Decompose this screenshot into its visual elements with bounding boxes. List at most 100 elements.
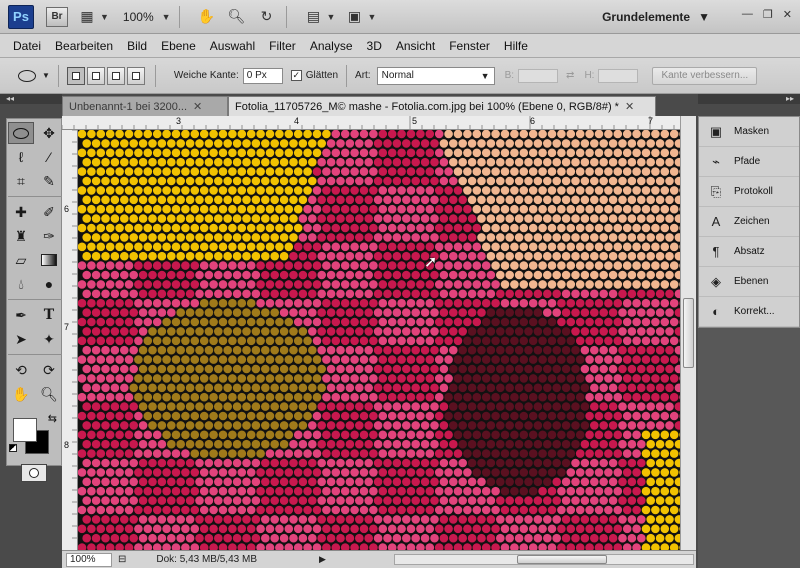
- halftone-dot: [505, 345, 514, 355]
- close-icon[interactable]: ✕: [625, 97, 634, 116]
- tool-panel-collapse-bar[interactable]: ◂◂: [0, 94, 62, 104]
- workspace-switcher[interactable]: Grundelemente ▼: [602, 10, 710, 24]
- 3d-orbit-tool[interactable]: ⟳: [36, 359, 62, 381]
- quick-mask-button[interactable]: [21, 464, 47, 482]
- history-brush-tool[interactable]: ✑: [36, 225, 62, 247]
- feather-input[interactable]: 0 Px: [242, 67, 283, 84]
- panel-layers[interactable]: ◈ Ebenen: [699, 267, 799, 297]
- panel-character[interactable]: A Zeichen: [699, 207, 799, 237]
- zoom-tool-icon[interactable]: 🔍︎: [226, 7, 248, 27]
- minimize-icon[interactable]: —: [742, 8, 753, 21]
- arrange-documents-icon[interactable]: ▤: [303, 7, 325, 27]
- width-input[interactable]: [518, 68, 559, 83]
- eraser-tool[interactable]: ▱: [8, 249, 34, 271]
- type-tool[interactable]: T: [36, 304, 62, 326]
- halftone-dot: [303, 468, 312, 477]
- panel-adjustments[interactable]: ◐ Korrekt...: [699, 297, 799, 327]
- vertical-scrollbar[interactable]: [680, 116, 696, 550]
- swap-width-height-icon[interactable]: ⇄: [566, 70, 574, 81]
- menu-bearbeiten[interactable]: Bearbeiten: [48, 39, 120, 53]
- antialias-checkbox[interactable]: ✓: [290, 70, 302, 81]
- horizontal-ruler[interactable]: 3 4 5 6 7: [62, 116, 680, 130]
- chevron-down-icon[interactable]: ▼: [327, 12, 336, 22]
- screen-mode-icon[interactable]: ▣: [343, 7, 365, 27]
- vertical-ruler[interactable]: 6 7 8: [62, 130, 78, 550]
- move-tool[interactable]: ✥: [36, 122, 62, 144]
- status-zoom-field[interactable]: 100%: [66, 552, 112, 567]
- horizontal-scrollbar[interactable]: [394, 554, 694, 565]
- zoom-level-dropdown[interactable]: 100% ▼: [123, 10, 171, 24]
- close-icon[interactable]: ✕: [193, 97, 202, 116]
- menu-bild[interactable]: Bild: [120, 39, 154, 53]
- hand-tool-icon[interactable]: ✋: [196, 7, 218, 27]
- eyedropper-tool[interactable]: ✎: [36, 170, 62, 192]
- halftone-dot: [651, 355, 660, 364]
- path-selection-tool[interactable]: ➤: [8, 328, 34, 350]
- menu-analyse[interactable]: Analyse: [303, 39, 360, 53]
- halftone-dot: [124, 186, 134, 195]
- menu-3d[interactable]: 3D: [360, 39, 389, 53]
- right-dock-collapse-bar[interactable]: ▸▸: [698, 94, 800, 104]
- halftone-dot: [463, 186, 472, 195]
- brush-tool[interactable]: ✐: [36, 201, 62, 223]
- halftone-dot: [340, 374, 350, 383]
- bridge-launch-button[interactable]: Br: [46, 6, 68, 27]
- menu-ansicht[interactable]: Ansicht: [389, 39, 442, 53]
- clone-stamp-tool[interactable]: ♜: [8, 225, 34, 247]
- blur-tool[interactable]: 💧︎: [8, 273, 34, 295]
- healing-brush-tool[interactable]: ✚: [8, 201, 34, 223]
- subtract-from-selection-button[interactable]: [106, 66, 125, 85]
- 3d-rotate-tool[interactable]: ⟲: [8, 359, 34, 381]
- new-selection-button[interactable]: [66, 66, 85, 85]
- elliptical-marquee-tool[interactable]: [8, 122, 34, 144]
- halftone-dot: [425, 543, 435, 550]
- foreground-color-swatch[interactable]: [13, 418, 37, 442]
- panel-paths[interactable]: ⌁ Pfade: [699, 147, 799, 177]
- halftone-dot: [289, 327, 298, 336]
- gradient-tool[interactable]: [36, 249, 62, 271]
- panel-paragraph[interactable]: ¶ Absatz: [699, 237, 799, 267]
- tool-preset-picker[interactable]: ▼: [18, 69, 50, 82]
- custom-shape-tool[interactable]: ✦: [36, 328, 62, 350]
- halftone-dot: [181, 167, 190, 176]
- menu-ebene[interactable]: Ebene: [154, 39, 203, 53]
- document-info-icon[interactable]: ⊟: [118, 554, 126, 565]
- chevron-down-icon[interactable]: ▼: [367, 12, 376, 22]
- pen-tool[interactable]: ✒: [8, 304, 34, 326]
- intersect-selection-button[interactable]: [126, 66, 145, 85]
- hand-tool[interactable]: ✋: [8, 383, 34, 405]
- tab-untitled-document[interactable]: Unbenannt-1 bei 3200... ✕: [62, 96, 228, 116]
- dodge-tool[interactable]: ●: [36, 273, 62, 295]
- halftone-dot: [533, 421, 543, 430]
- menu-hilfe[interactable]: Hilfe: [497, 39, 535, 53]
- add-to-selection-button[interactable]: [86, 66, 105, 85]
- menu-datei[interactable]: Datei: [6, 39, 48, 53]
- vertical-scroll-thumb[interactable]: [683, 298, 694, 368]
- panel-masks[interactable]: ▣ Masken: [699, 117, 799, 147]
- magic-wand-tool[interactable]: ⁄: [36, 146, 62, 168]
- restore-icon[interactable]: ❐: [763, 8, 773, 21]
- panel-history[interactable]: ⎘ Protokoll: [699, 177, 799, 207]
- document-canvas[interactable]: ➚: [78, 130, 680, 550]
- status-menu-arrow-icon[interactable]: ▶: [319, 554, 326, 565]
- close-icon[interactable]: ✕: [783, 8, 792, 21]
- halftone-dot: [350, 374, 359, 383]
- menu-filter[interactable]: Filter: [262, 39, 303, 53]
- chevron-down-icon[interactable]: ▼: [100, 12, 109, 22]
- view-extras-icon[interactable]: ▦: [76, 7, 98, 27]
- style-select[interactable]: Normal ▼: [376, 66, 495, 85]
- menu-fenster[interactable]: Fenster: [442, 39, 497, 53]
- crop-tool[interactable]: ⌗: [8, 170, 34, 192]
- swap-colors-icon[interactable]: ⇆: [48, 412, 57, 425]
- refine-edge-button[interactable]: Kante verbessern...: [652, 66, 758, 85]
- menu-auswahl[interactable]: Auswahl: [203, 39, 262, 53]
- tab-fotolia-document[interactable]: Fotolia_11705726_M© mashe - Fotolia.com.…: [228, 96, 656, 116]
- horizontal-scroll-thumb[interactable]: [517, 555, 607, 564]
- zoom-tool[interactable]: 🔍︎: [36, 383, 62, 405]
- height-input[interactable]: [598, 68, 639, 83]
- type-icon: T: [43, 307, 55, 323]
- lasso-tool[interactable]: ℓ: [8, 146, 34, 168]
- default-colors-icon[interactable]: [9, 444, 17, 452]
- rotate-view-icon[interactable]: ↻: [256, 7, 278, 27]
- halftone-dot: [129, 308, 138, 317]
